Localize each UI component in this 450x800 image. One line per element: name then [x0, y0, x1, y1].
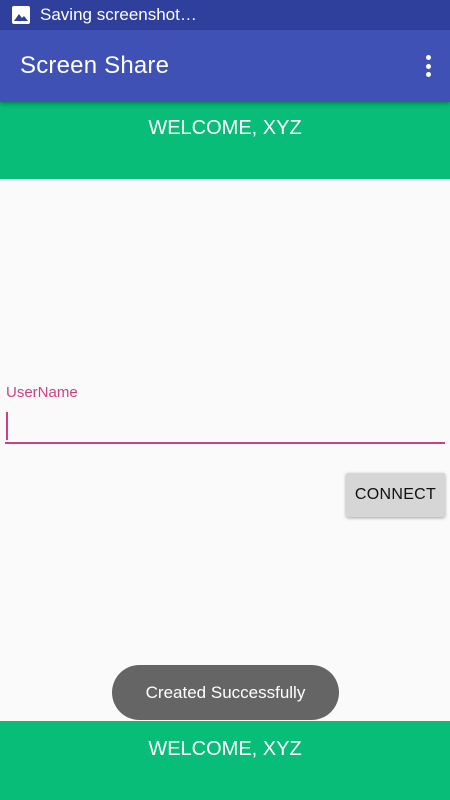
connect-button[interactable]: CONNECT — [346, 473, 445, 517]
username-input[interactable] — [5, 408, 445, 444]
text-cursor — [6, 412, 8, 440]
more-vert-icon[interactable] — [420, 52, 436, 80]
status-text: Saving screenshot… — [40, 5, 197, 24]
app-bar: Screen Share — [0, 30, 450, 102]
image-icon — [12, 6, 30, 24]
status-bar: Saving screenshot… — [0, 0, 450, 30]
app-title: Screen Share — [20, 52, 170, 79]
welcome-banner-bottom: WELCOME, XYZ — [0, 721, 450, 800]
welcome-banner-top: WELCOME, XYZ — [0, 100, 450, 179]
username-label: UserName — [6, 384, 78, 401]
toast-message: Created Successfully — [112, 665, 339, 720]
